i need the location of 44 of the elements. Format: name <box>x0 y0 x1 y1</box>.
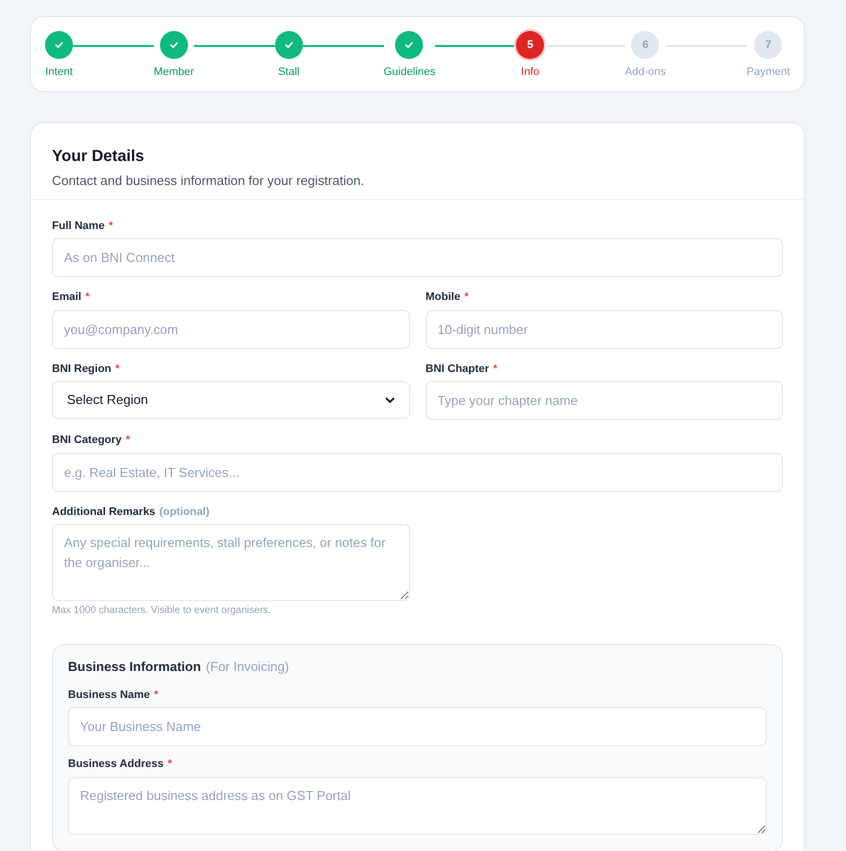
step-label: Payment <box>746 65 790 80</box>
checkmark-icon <box>54 40 64 50</box>
textarea-field[interactable]: Any special requirements, stall preferences, or notes for the organiser... <box>52 524 410 601</box>
help-text: Max 1000 characters. Visible to event organisers. <box>52 604 272 618</box>
required-mark: * <box>108 218 113 234</box>
field-label: Business Address <box>68 757 164 772</box>
field-label: Email <box>52 290 82 305</box>
textarea-field[interactable]: Registered business address as on GST Portal <box>68 776 767 834</box>
required-mark: * <box>115 362 120 376</box>
text-field[interactable]: e.g. Real Estate, IT Services... <box>52 452 783 492</box>
text-field[interactable]: As on BNI Connect <box>52 238 783 277</box>
field-label: BNI Region <box>52 362 112 376</box>
step-label: Member <box>154 65 194 80</box>
field-label: BNI Chapter <box>426 362 490 376</box>
text-field[interactable]: 10-digit number <box>426 310 783 348</box>
section-subtitle: Contact and business information for your registration. <box>52 172 366 190</box>
checkmark-icon <box>168 40 179 50</box>
checkmark-icon <box>404 40 414 50</box>
text-field[interactable]: Your Business Name <box>68 707 767 746</box>
step-label: Add-ons <box>624 65 666 80</box>
text-field[interactable]: you@company.com <box>52 310 410 348</box>
required-mark: * <box>154 688 158 702</box>
optional-note: (optional) <box>159 504 210 520</box>
checkmark-icon <box>284 40 294 50</box>
panel-title: Business Information <box>68 658 201 676</box>
step-label: Guidelines <box>384 65 436 80</box>
required-mark: * <box>126 433 130 448</box>
required-mark: * <box>85 290 90 305</box>
field-label: Additional Remarks <box>52 504 156 520</box>
step-label: Stall <box>278 65 300 80</box>
chevron-down-icon <box>384 396 394 404</box>
field-label: Business Name <box>68 688 150 702</box>
field-label: Mobile <box>426 290 460 305</box>
field-label: BNI Category <box>52 433 122 448</box>
step-label: Intent <box>45 65 73 80</box>
step-label: Info <box>521 65 540 80</box>
panel-title-note: (For Invoicing) <box>206 658 289 676</box>
text-field[interactable]: Type your chapter name <box>426 381 783 420</box>
field-label: Full Name <box>52 218 105 234</box>
required-mark: * <box>493 362 498 376</box>
required-mark: * <box>464 290 469 305</box>
required-mark: * <box>168 757 172 772</box>
select-field[interactable]: Select Region <box>52 381 410 419</box>
section-title: Your Details <box>52 147 146 167</box>
